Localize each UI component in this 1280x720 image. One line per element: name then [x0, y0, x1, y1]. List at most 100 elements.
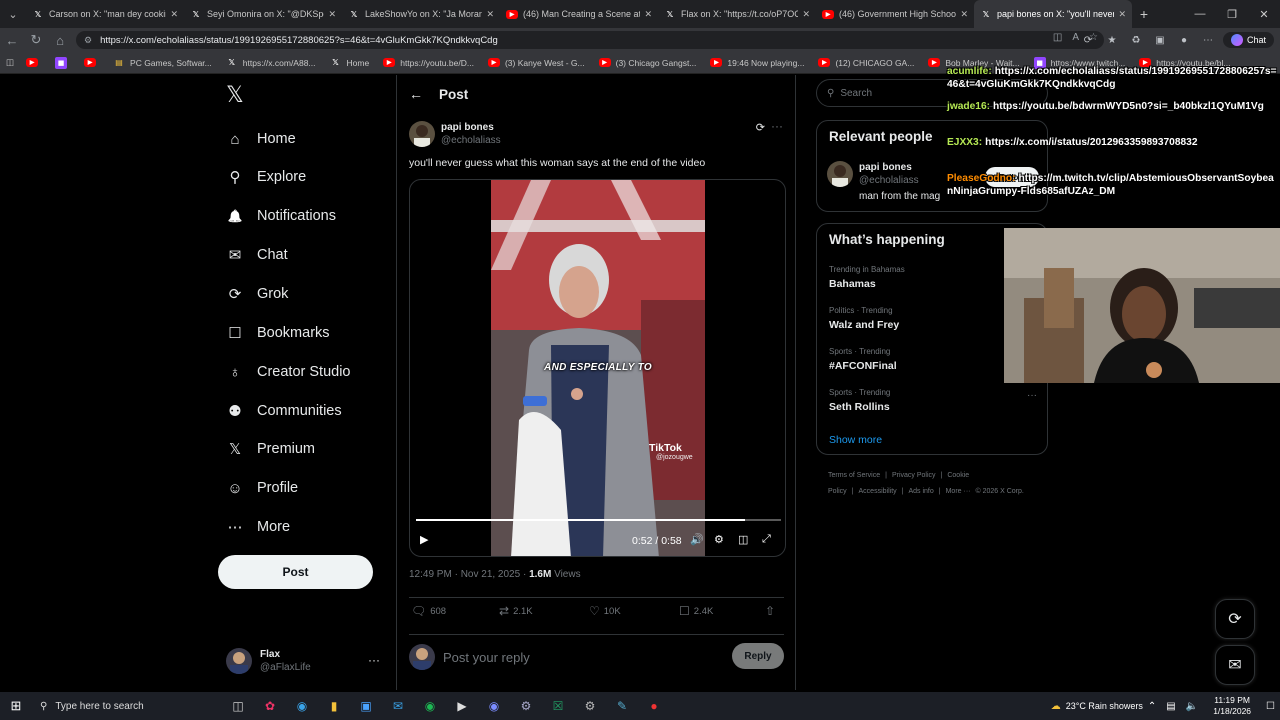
copilot-app-icon[interactable]: ✿ — [254, 692, 286, 720]
post-timestamp[interactable]: 12:49 PM · Nov 21, 2025 · — [409, 569, 526, 580]
home-icon[interactable]: ⌂ — [48, 28, 72, 52]
bookmark-action[interactable]: ☐ 2.4K — [679, 604, 713, 618]
edge-app-icon[interactable]: ◉ — [286, 692, 318, 720]
footer-link[interactable]: Ads info — [908, 488, 933, 495]
fullscreen-icon[interactable]: ⤢ — [762, 533, 771, 546]
grok-float-icon[interactable]: ⟳ — [1215, 599, 1255, 639]
extensions-icon[interactable]: ♻ — [1127, 31, 1145, 49]
post-more-icon[interactable]: ··· — [771, 119, 783, 133]
browser-tab[interactable]: ▶ (46) Government High School - N✕ — [816, 0, 974, 28]
bookmark-item[interactable]: 𝕏https://x.com/A88... — [226, 57, 316, 69]
video-frame[interactable]: AND ESPECIALLY TO TikTok @jozougwe — [491, 180, 705, 556]
nav-item-more[interactable]: ⋯ More — [226, 513, 291, 541]
close-icon[interactable]: ✕ — [1248, 0, 1280, 28]
tab-close-icon[interactable]: ✕ — [170, 9, 178, 20]
discord-app-icon[interactable]: ◉ — [478, 692, 510, 720]
task-view-icon[interactable]: ◫ — [222, 692, 254, 720]
nav-item-profile[interactable]: ☺ Profile — [226, 474, 298, 502]
show-more-link[interactable]: Show more — [829, 434, 882, 446]
relevant-person-handle[interactable]: @echolaliass — [859, 175, 919, 186]
repost-action[interactable]: ⇄ 2.1K — [499, 604, 533, 618]
browser-menu-icon[interactable]: ⋯ — [1199, 31, 1217, 49]
file-explorer-icon[interactable]: ▮ — [318, 692, 350, 720]
back-arrow-icon[interactable]: ← — [409, 86, 439, 102]
new-tab-button[interactable]: + — [1132, 6, 1156, 22]
browser-tab[interactable]: 𝕏 LakeShowYo on X: "Ja Morant pull✕ — [342, 0, 500, 28]
notifications-icon[interactable]: ☐ — [1266, 701, 1275, 712]
notepad-app-icon[interactable]: ✎ — [606, 692, 638, 720]
bookmark-item[interactable]: ▶ — [26, 58, 43, 67]
weather-text[interactable]: 23°C Rain showers — [1066, 701, 1143, 711]
settings-gear-icon[interactable]: ⚙ — [714, 533, 724, 546]
footer-link[interactable]: Accessibility — [859, 488, 897, 495]
nav-item-grok[interactable]: ⟳ Grok — [226, 280, 289, 308]
collections-icon[interactable]: ▣ — [1151, 31, 1169, 49]
bookmark-item[interactable]: ■ — [55, 56, 72, 69]
maximize-icon[interactable]: ❐ — [1216, 0, 1248, 28]
nav-item-communities[interactable]: ⚉ Communities — [226, 397, 341, 425]
browser-tab[interactable]: ▶ (46) Man Creating a Scene at Sea✕ — [500, 0, 658, 28]
bookmark-item[interactable]: ▶ https://youtu.be/D... — [383, 58, 474, 68]
reply-action[interactable]: 🗨 608 — [411, 604, 446, 618]
nav-item-chat[interactable]: ✉ Chat — [226, 241, 288, 269]
reply-input[interactable]: Post your reply — [443, 650, 530, 665]
windows-start-icon[interactable]: ⊞ — [0, 692, 32, 720]
relevant-person-avatar[interactable] — [827, 161, 853, 187]
grok-explain-icon[interactable]: ⟳ — [756, 121, 765, 134]
footer-link[interactable]: Terms of Service — [828, 472, 880, 479]
trend-item[interactable]: Trending in Bahamas Bahamas — [829, 264, 905, 290]
trend-item[interactable]: Sports · Trending Seth Rollins — [829, 387, 890, 413]
back-icon[interactable]: ← — [0, 28, 24, 52]
nav-item-bookmarks[interactable]: ☐ Bookmarks — [226, 319, 329, 347]
account-switcher[interactable]: Flax @aFlaxLife ··· — [226, 645, 386, 677]
play-icon[interactable]: ▶ — [420, 533, 428, 546]
browser-tab[interactable]: 𝕏 Seyi Omonira on X: "@DKSportsbook✕ — [184, 0, 342, 28]
clock[interactable]: 11:19 PM 1/18/2026 — [1213, 695, 1251, 717]
volume-icon[interactable]: 🔊 — [690, 533, 704, 546]
tab-close-icon[interactable]: ✕ — [1118, 9, 1126, 20]
nav-item-premium[interactable]: 𝕏 Premium — [226, 435, 315, 463]
bookmarks-menu-icon[interactable]: ◫ — [6, 57, 14, 68]
minimize-icon[interactable]: — — [1184, 0, 1216, 28]
nav-item-creator-studio[interactable]: ♁ Creator Studio — [226, 358, 350, 386]
footer-link[interactable]: More ··· — [946, 488, 971, 495]
browser-tab[interactable]: 𝕏 Carson on X: "man dey cookin @a ✕ — [26, 0, 184, 28]
app-install-icon[interactable]: ◫ — [1053, 32, 1062, 43]
post-button[interactable]: Post — [218, 555, 373, 589]
relevant-person[interactable]: papi bones @echolaliass man from the mag — [827, 161, 940, 203]
bookmark-item[interactable]: ▶ — [84, 58, 101, 67]
x-logo-icon[interactable]: 𝕏 — [226, 83, 244, 108]
media-app-icon[interactable]: ▶ — [446, 692, 478, 720]
trend-item[interactable]: Sports · Trending #AFCONFinal — [829, 346, 897, 372]
post-author[interactable]: papi bones @echolaliass — [409, 119, 501, 149]
video-player[interactable]: AND ESPECIALLY TO TikTok @jozougwe ▶ 0:5… — [409, 179, 786, 557]
profile-avatar-icon[interactable]: ● — [1175, 31, 1193, 49]
share-action[interactable]: ⇧ — [765, 604, 779, 618]
footer-link[interactable]: © 2026 X Corp. — [975, 488, 1023, 495]
favorites-icon[interactable]: ★ — [1103, 31, 1121, 49]
trend-item[interactable]: Politics · Trending Walz and Frey — [829, 305, 899, 331]
site-info-icon[interactable]: ⚙ — [84, 35, 92, 46]
reply-button[interactable]: Reply — [732, 643, 784, 669]
tab-close-icon[interactable]: ✕ — [960, 9, 968, 20]
tab-search-icon[interactable]: ⌄ — [0, 0, 26, 28]
network-icon[interactable]: ▤ — [1166, 701, 1175, 712]
messages-float-icon[interactable]: ✉ — [1215, 645, 1255, 685]
bookmark-item[interactable]: ▶ (3) Kanye West - G... — [487, 58, 585, 68]
obs-app-icon[interactable]: ● — [638, 692, 670, 720]
bookmark-item[interactable]: ▶ (12) CHICAGO GA... — [818, 58, 914, 68]
relevant-person-name[interactable]: papi bones — [859, 162, 912, 173]
author-avatar[interactable] — [409, 121, 435, 147]
account-more-icon[interactable]: ··· — [368, 653, 380, 667]
nav-item-notifications[interactable]: 🔔 Notifications — [226, 202, 336, 230]
speaker-icon[interactable]: 🔈 — [1186, 701, 1198, 712]
bookmark-item[interactable]: ▶ (3) Chicago Gangst... — [598, 58, 696, 68]
like-action[interactable]: ♡ 10K — [589, 604, 621, 618]
steam-app-icon[interactable]: ⚙ — [510, 692, 542, 720]
bookmark-item[interactable]: ▤ PC Games, Softwar... — [113, 57, 212, 69]
tab-close-icon[interactable]: ✕ — [802, 9, 810, 20]
tab-close-icon[interactable]: ✕ — [486, 9, 494, 20]
copilot-chat-button[interactable]: Chat — [1222, 32, 1274, 48]
bookmark-item[interactable]: 𝕏 Home — [330, 57, 369, 69]
trend-more-icon[interactable]: ··· — [1027, 390, 1037, 401]
